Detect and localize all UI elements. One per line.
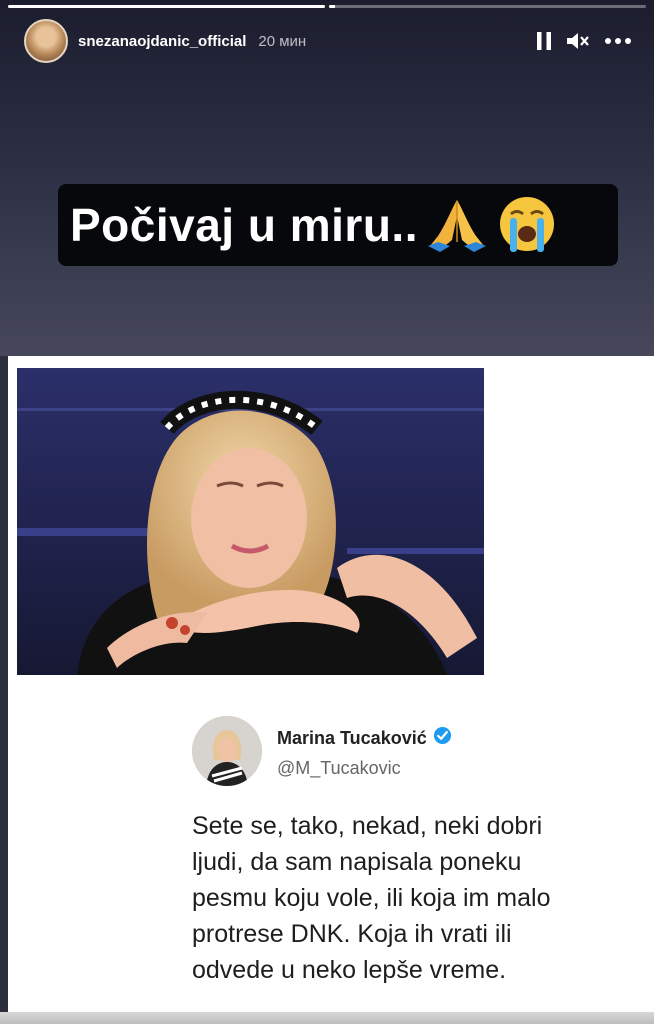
story-controls — [536, 31, 632, 51]
portrait-photo — [17, 368, 484, 675]
tweet-text: Sete se, tako, nekad, neki dobri ljudi, … — [192, 808, 622, 988]
bottom-edge — [0, 1012, 654, 1024]
tweet-author[interactable]: Marina Tucaković — [277, 726, 452, 750]
caption-sticker: Počivaj u miru.. — [58, 184, 618, 266]
tweet-line: ljudi, da sam napisala poneku — [192, 848, 522, 876]
username[interactable]: snezanaojdanic_official — [78, 33, 246, 50]
instagram-story: snezanaojdanic_official 20 мин Počivaj u… — [0, 0, 654, 1024]
speaker-muted-icon[interactable] — [566, 31, 590, 51]
tweet-line: pesmu koju vole, ili koja im malo — [192, 884, 551, 912]
progress-segment — [329, 5, 646, 8]
progress-segment — [8, 5, 325, 8]
edge-strip — [0, 356, 8, 1024]
tweet-line: protrese DNK. Koja ih vrati ili — [192, 920, 512, 948]
tweet-author-name: Marina Tucaković — [277, 727, 427, 748]
story-header: snezanaojdanic_official 20 мин — [24, 18, 632, 64]
timestamp: 20 мин — [258, 32, 307, 50]
folded-hands-emoji — [426, 196, 488, 254]
tweet-line: Sete se, tako, nekad, neki dobri — [192, 812, 543, 840]
tweet-line: odvede u neko lepše vreme. — [192, 956, 507, 984]
pause-icon[interactable] — [536, 31, 552, 51]
more-horizontal-icon[interactable] — [604, 37, 632, 45]
verified-badge-icon — [433, 726, 452, 750]
tweet-avatar[interactable] — [192, 716, 262, 786]
story-progress — [8, 5, 646, 8]
tweet-handle[interactable]: @M_Tucakovic — [277, 758, 401, 779]
loudly-crying-face-emoji — [496, 194, 558, 256]
caption-text: Počivaj u miru.. — [70, 199, 418, 251]
avatar[interactable] — [24, 19, 68, 63]
reposted-content: Marina Tucaković @M_Tucakovic Sete se, t… — [0, 356, 654, 1024]
